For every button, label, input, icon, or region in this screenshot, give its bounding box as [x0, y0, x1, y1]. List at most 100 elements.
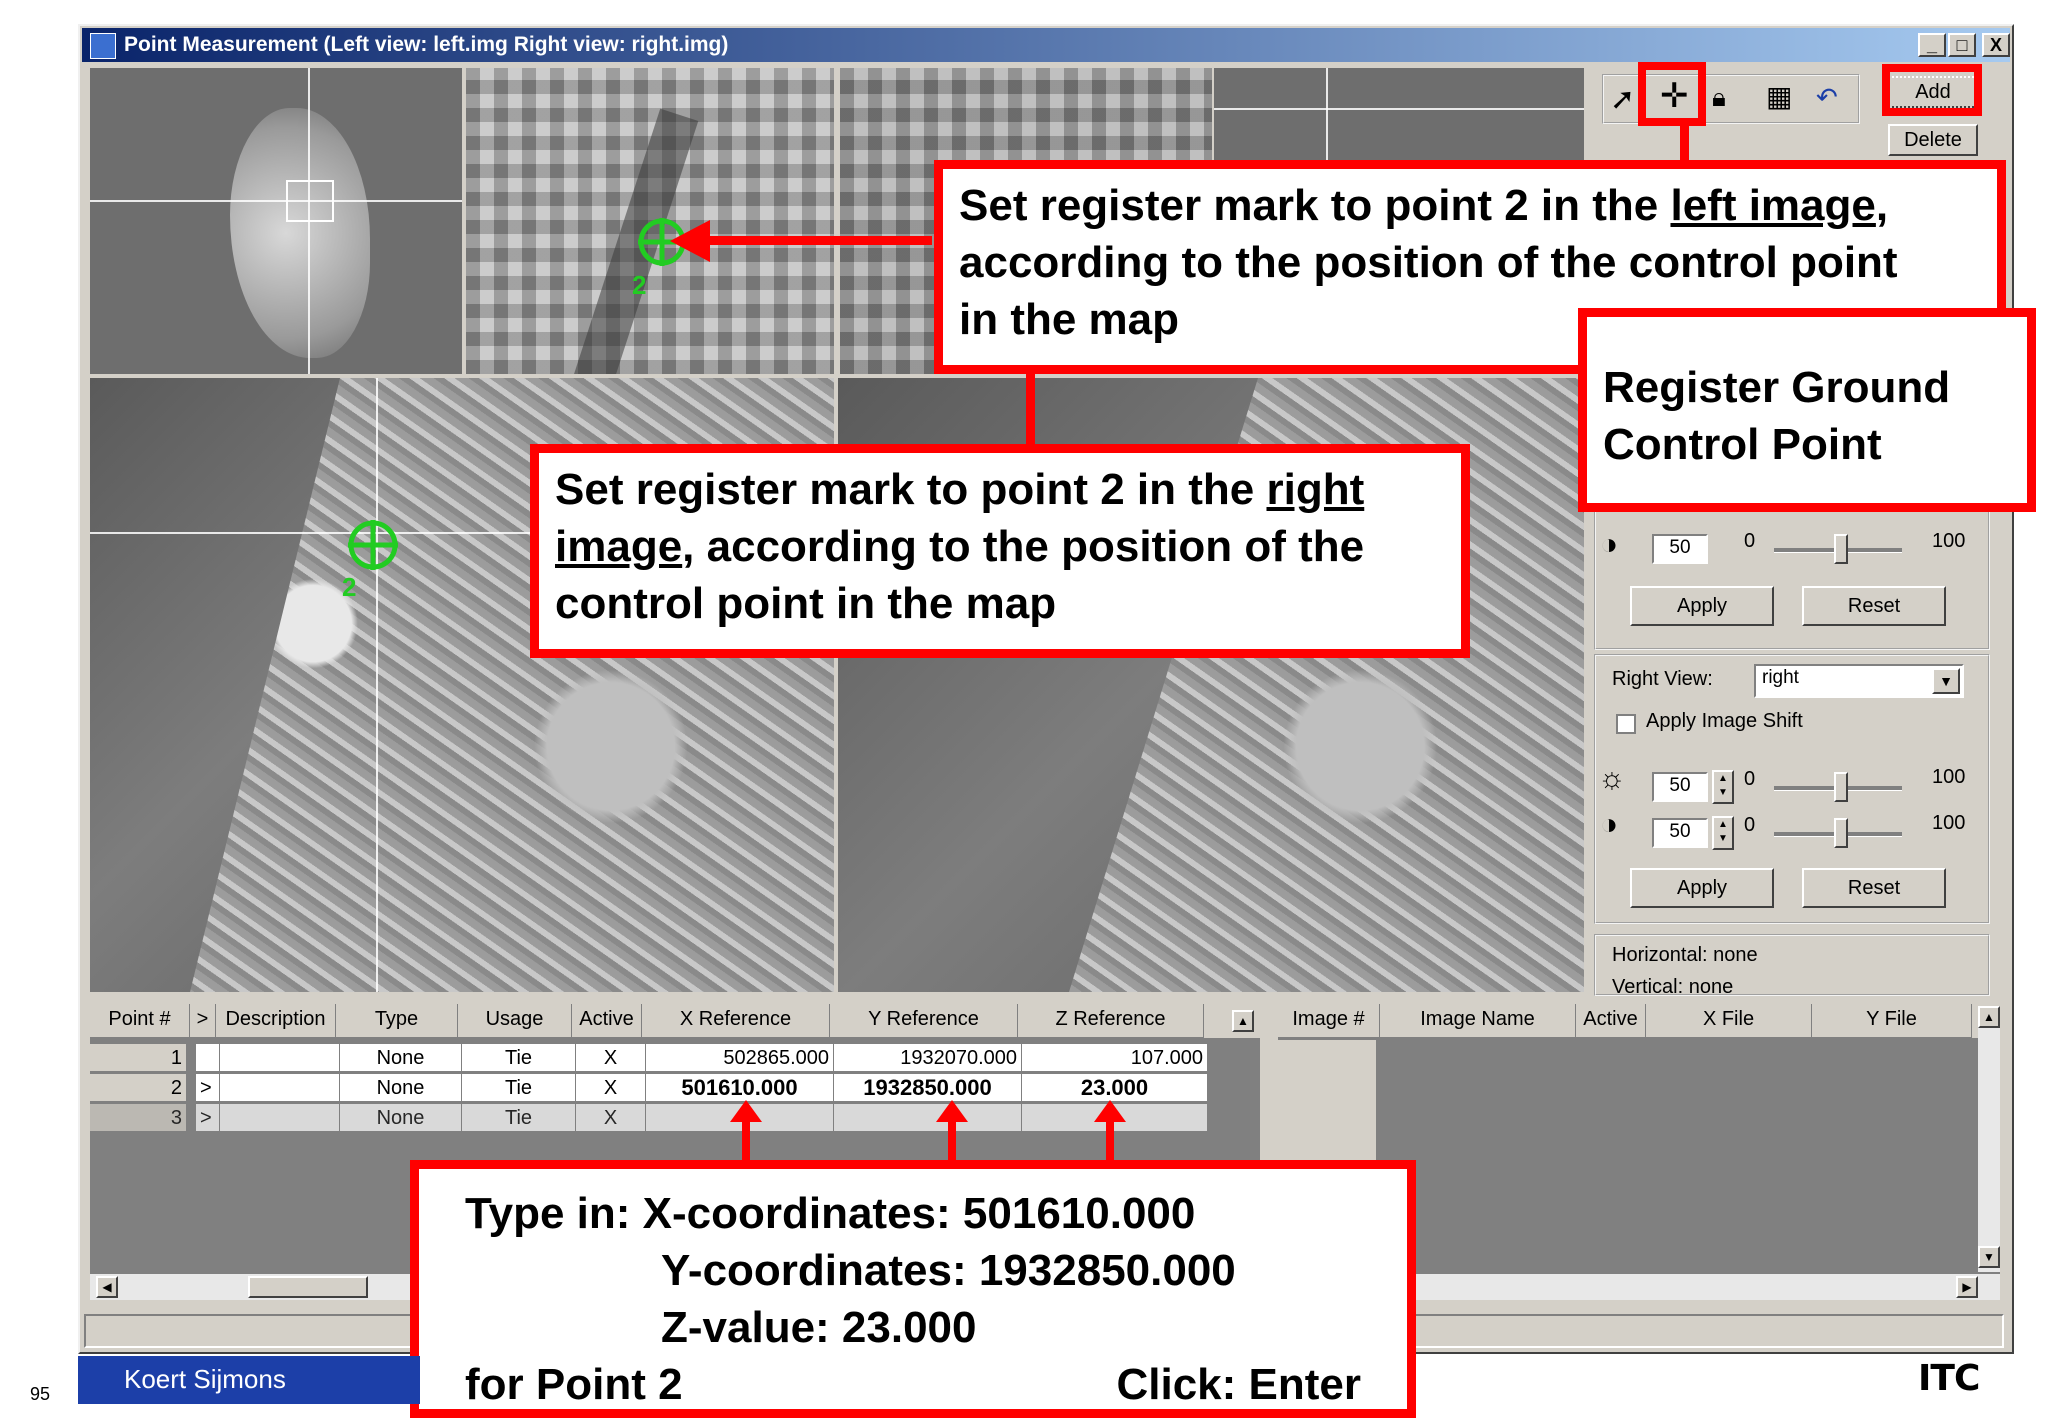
row-number[interactable]: 2 [90, 1074, 186, 1102]
horizontal-shift-label: Horizontal: none [1612, 944, 1758, 966]
col-x-reference[interactable]: X Reference [642, 1004, 830, 1038]
app-icon [90, 33, 116, 59]
row-selector[interactable] [196, 1044, 220, 1072]
slider-max-label: 100 [1932, 812, 1966, 834]
col-selector[interactable]: > [190, 1004, 216, 1038]
col-active[interactable]: Active [572, 1004, 642, 1038]
lock-icon[interactable]: 🔒︎ [1712, 82, 1726, 114]
table-row[interactable]: 3 > None Tie X [90, 1104, 1220, 1134]
cell-description[interactable] [220, 1074, 340, 1102]
hscroll-thumb[interactable] [248, 1276, 368, 1298]
left-apply-button[interactable]: Apply [1630, 586, 1774, 626]
slider-max-label: 100 [1932, 766, 1966, 788]
arrow-head-up-icon [936, 1100, 968, 1122]
minimize-button[interactable]: _ [1918, 33, 1946, 57]
delete-button[interactable]: Delete [1888, 124, 1978, 156]
slider-min-label: 0 [1744, 814, 1756, 836]
callout-text: according to the position of the control… [959, 238, 1898, 287]
image-table-vscrollbar[interactable] [1978, 1006, 2000, 1272]
scroll-down-icon[interactable]: ▼ [1978, 1246, 2000, 1268]
col-y-reference[interactable]: Y Reference [830, 1004, 1018, 1038]
scroll-right-icon[interactable]: ▶ [1956, 1276, 1978, 1298]
right-mark-label: 2 [342, 572, 357, 602]
apply-image-shift-checkbox[interactable] [1616, 714, 1636, 734]
col-point-num[interactable]: Point # [90, 1004, 190, 1038]
cell-type[interactable]: None [340, 1074, 462, 1102]
col-y-file[interactable]: Y File [1812, 1004, 1972, 1038]
cell-description[interactable] [220, 1044, 340, 1072]
cell-x-reference[interactable]: 502865.000 [646, 1044, 834, 1072]
right-brightness-thumb[interactable] [1834, 772, 1848, 802]
cell-active[interactable]: X [576, 1104, 646, 1132]
scroll-up-icon[interactable]: ▲ [1232, 1010, 1254, 1032]
callout-underlined-text: image [555, 522, 683, 571]
left-contrast-thumb[interactable] [1834, 534, 1848, 564]
create-point-highlight [1638, 62, 1706, 126]
col-type[interactable]: Type [336, 1004, 458, 1038]
type-in-callout: Type in: X-coordinates: 501610.000 Y-coo… [410, 1160, 1416, 1418]
callout-connector [1026, 370, 1035, 450]
row-number[interactable]: 3 [90, 1104, 186, 1132]
left-overview-view[interactable] [90, 68, 462, 374]
row-number[interactable]: 1 [90, 1044, 186, 1072]
cell-y-reference[interactable]: 1932070.000 [834, 1044, 1022, 1072]
callout-text: , [1875, 181, 1889, 230]
col-x-file[interactable]: X File [1646, 1004, 1812, 1038]
cell-type[interactable]: None [340, 1044, 462, 1072]
cell-active[interactable]: X [576, 1044, 646, 1072]
close-button[interactable]: X [1982, 33, 2010, 57]
left-contrast-input[interactable]: 50 [1652, 534, 1708, 564]
col-image-name[interactable]: Image Name [1380, 1004, 1576, 1038]
grid-icon[interactable]: ▦ [1766, 80, 1792, 113]
callout-text: Click: Enter [1116, 1360, 1361, 1409]
vertical-shift-label: Vertical: none [1612, 976, 1734, 996]
row-selector[interactable]: > [196, 1104, 220, 1132]
left-reset-button[interactable]: Reset [1802, 586, 1946, 626]
main-crosshair-v [376, 378, 378, 992]
cell-z-reference[interactable]: 107.000 [1022, 1044, 1208, 1072]
slider-min-label: 0 [1744, 768, 1756, 790]
cell-type[interactable]: None [340, 1104, 462, 1132]
right-apply-button[interactable]: Apply [1630, 868, 1774, 908]
col-description[interactable]: Description [216, 1004, 336, 1038]
col-image-active[interactable]: Active [1576, 1004, 1646, 1038]
undo-icon[interactable]: ↶ [1816, 82, 1838, 113]
cell-y-reference[interactable]: 1932850.000 [834, 1074, 1022, 1102]
chevron-down-icon[interactable]: ▼ [1932, 668, 1960, 694]
y-arrow-line [948, 1118, 956, 1164]
col-usage[interactable]: Usage [458, 1004, 572, 1038]
cell-usage[interactable]: Tie [462, 1104, 576, 1132]
contrast-spin-icon[interactable]: ▲ ▼ [1712, 816, 1734, 850]
arrow-head-up-icon [730, 1100, 762, 1122]
cell-description[interactable] [220, 1104, 340, 1132]
cell-active[interactable]: X [576, 1074, 646, 1102]
col-z-reference[interactable]: Z Reference [1018, 1004, 1204, 1038]
cell-z-reference[interactable]: 23.000 [1022, 1074, 1208, 1102]
right-brightness-input[interactable]: 50 [1652, 772, 1708, 802]
right-register-mark-icon[interactable] [346, 518, 400, 572]
left-mark-label: 2 [632, 270, 647, 300]
table-row[interactable]: 2 > None Tie X 501610.000 1932850.000 23… [90, 1074, 1220, 1104]
right-contrast-input[interactable]: 50 [1652, 818, 1708, 848]
select-arrow-icon[interactable]: ➚ [1610, 82, 1635, 117]
row-selector[interactable]: > [196, 1074, 220, 1102]
table-row[interactable]: 1 None Tie X 502865.000 1932070.000 107.… [90, 1044, 1220, 1074]
brightness-spin-icon[interactable]: ▲ ▼ [1712, 770, 1734, 804]
maximize-button[interactable]: □ [1948, 33, 1976, 57]
cell-x-reference[interactable]: 501610.000 [646, 1074, 834, 1102]
cell-usage[interactable]: Tie [462, 1044, 576, 1072]
cell-usage[interactable]: Tie [462, 1074, 576, 1102]
scroll-up-icon[interactable]: ▲ [1978, 1006, 2000, 1028]
shift-info-group: Horizontal: none Vertical: none [1594, 934, 1990, 996]
water-area [90, 378, 340, 992]
col-image-num[interactable]: Image # [1278, 1004, 1380, 1038]
add-button-highlight [1882, 64, 1982, 116]
apply-image-shift-label: Apply Image Shift [1646, 710, 1803, 732]
right-reset-button[interactable]: Reset [1802, 868, 1946, 908]
slide-number: 95 [30, 1384, 51, 1404]
itc-logo: ITC [1918, 1358, 1980, 1399]
scroll-left-icon[interactable]: ◀ [96, 1276, 118, 1298]
cell-y-reference[interactable] [834, 1104, 1022, 1132]
overview-zoom-box[interactable] [286, 180, 334, 222]
right-contrast-thumb[interactable] [1834, 818, 1848, 848]
